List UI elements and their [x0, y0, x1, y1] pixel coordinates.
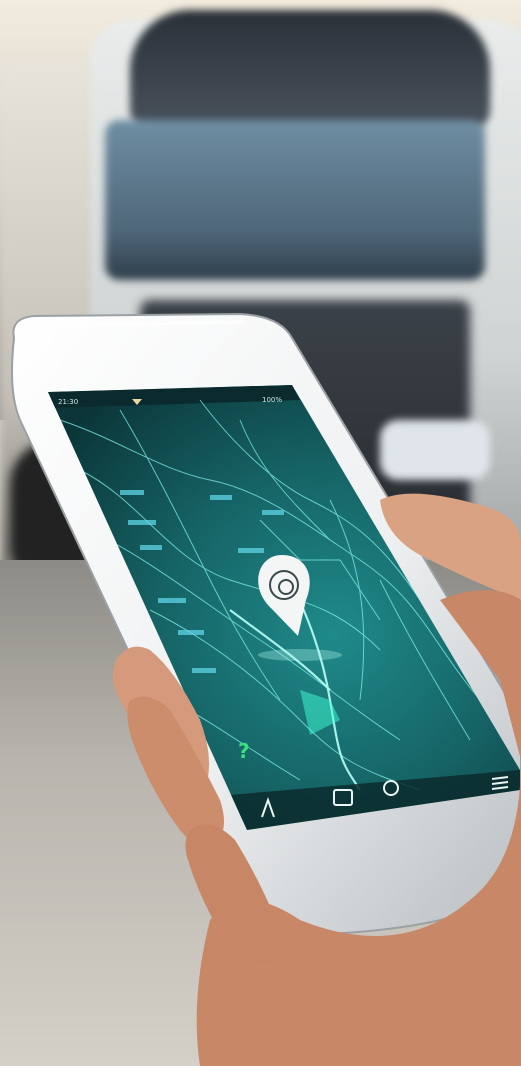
status-time: 21:30 [58, 398, 78, 406]
smartphone: ? 21:30 100% [11, 312, 521, 1066]
status-battery: 100% [262, 396, 282, 404]
help-icon[interactable]: ? [238, 739, 250, 763]
photo-scene: ? 21:30 100% [0, 0, 521, 1066]
